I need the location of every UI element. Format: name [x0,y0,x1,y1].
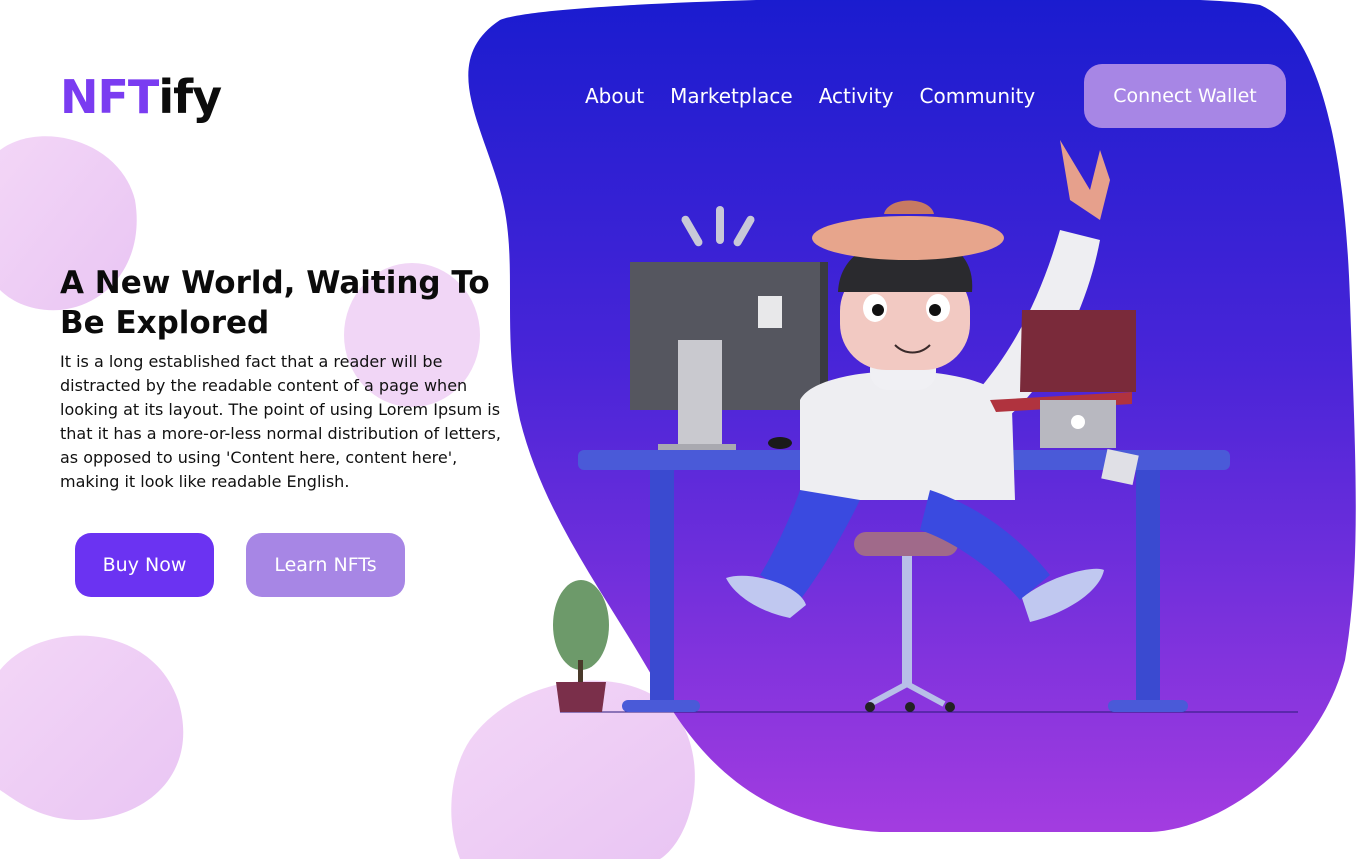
main-nav: About Marketplace Activity Community [585,82,1061,110]
nav-marketplace[interactable]: Marketplace [670,82,793,110]
nav-about[interactable]: About [585,82,644,110]
buy-now-button[interactable]: Buy Now [75,533,214,597]
nav-activity[interactable]: Activity [819,82,894,110]
learn-nfts-button[interactable]: Learn NFTs [246,533,405,597]
hero-description: It is a long established fact that a rea… [60,352,501,491]
brand-logo[interactable]: NFTify [60,70,222,124]
connect-wallet-button[interactable]: Connect Wallet [1084,64,1286,128]
brand-part-2: ify [158,70,222,124]
hero-title: A New World, Waiting To Be Explored [60,265,490,341]
nav-community[interactable]: Community [920,82,1036,110]
brand-part-1: NFT [60,70,159,124]
